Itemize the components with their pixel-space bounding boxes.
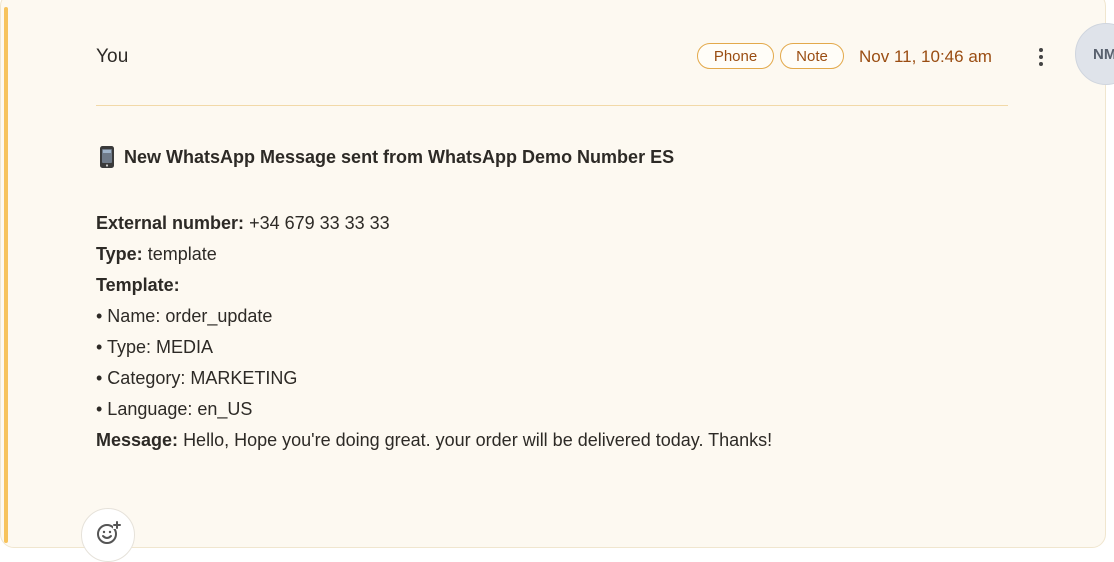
message-heading-text: New WhatsApp Message sent from WhatsApp … [124, 146, 675, 167]
mobile-phone-icon [99, 145, 115, 169]
field-value: Hello, Hope you're doing great. your ord… [183, 430, 773, 450]
field-message: Message: Hello, Hope you're doing great.… [96, 425, 772, 456]
add-reaction-icon [97, 521, 121, 544]
list-item: • Category: MARKETING [96, 368, 298, 388]
field-value: template [147, 244, 217, 264]
list-item: • Type: MEDIA [96, 337, 214, 357]
field-label: External number: [96, 213, 245, 233]
field-label: Template: [96, 275, 180, 295]
avatar[interactable]: NM [1075, 23, 1114, 85]
field-label: Message: [96, 430, 179, 450]
field-type: Type: template [96, 239, 772, 270]
message-timestamp: Nov 11, 10:46 am [859, 47, 992, 66]
message-heading: New WhatsApp Message sent from WhatsApp … [99, 145, 674, 169]
note-accent-bar [4, 7, 8, 543]
list-item: • Name: order_update [96, 306, 273, 326]
field-external-number: External number: +34 679 33 33 33 [96, 208, 772, 239]
tag-note[interactable]: Note [780, 43, 844, 69]
add-reaction-button[interactable] [81, 508, 135, 562]
header-divider [96, 105, 1008, 106]
field-template: Template: [96, 270, 772, 301]
tag-phone[interactable]: Phone [697, 43, 774, 69]
kebab-menu-icon [1039, 48, 1043, 52]
field-label: Type: [96, 244, 143, 264]
message-body: External number: +34 679 33 33 33 Type: … [96, 208, 772, 456]
field-value: +34 679 33 33 33 [249, 213, 390, 233]
note-card: You Phone Note Nov 11, 10:46 am NM New W… [0, 0, 1114, 562]
author-name: You [96, 46, 129, 67]
list-item: • Language: en_US [96, 399, 253, 419]
more-options-button[interactable] [1031, 46, 1051, 68]
